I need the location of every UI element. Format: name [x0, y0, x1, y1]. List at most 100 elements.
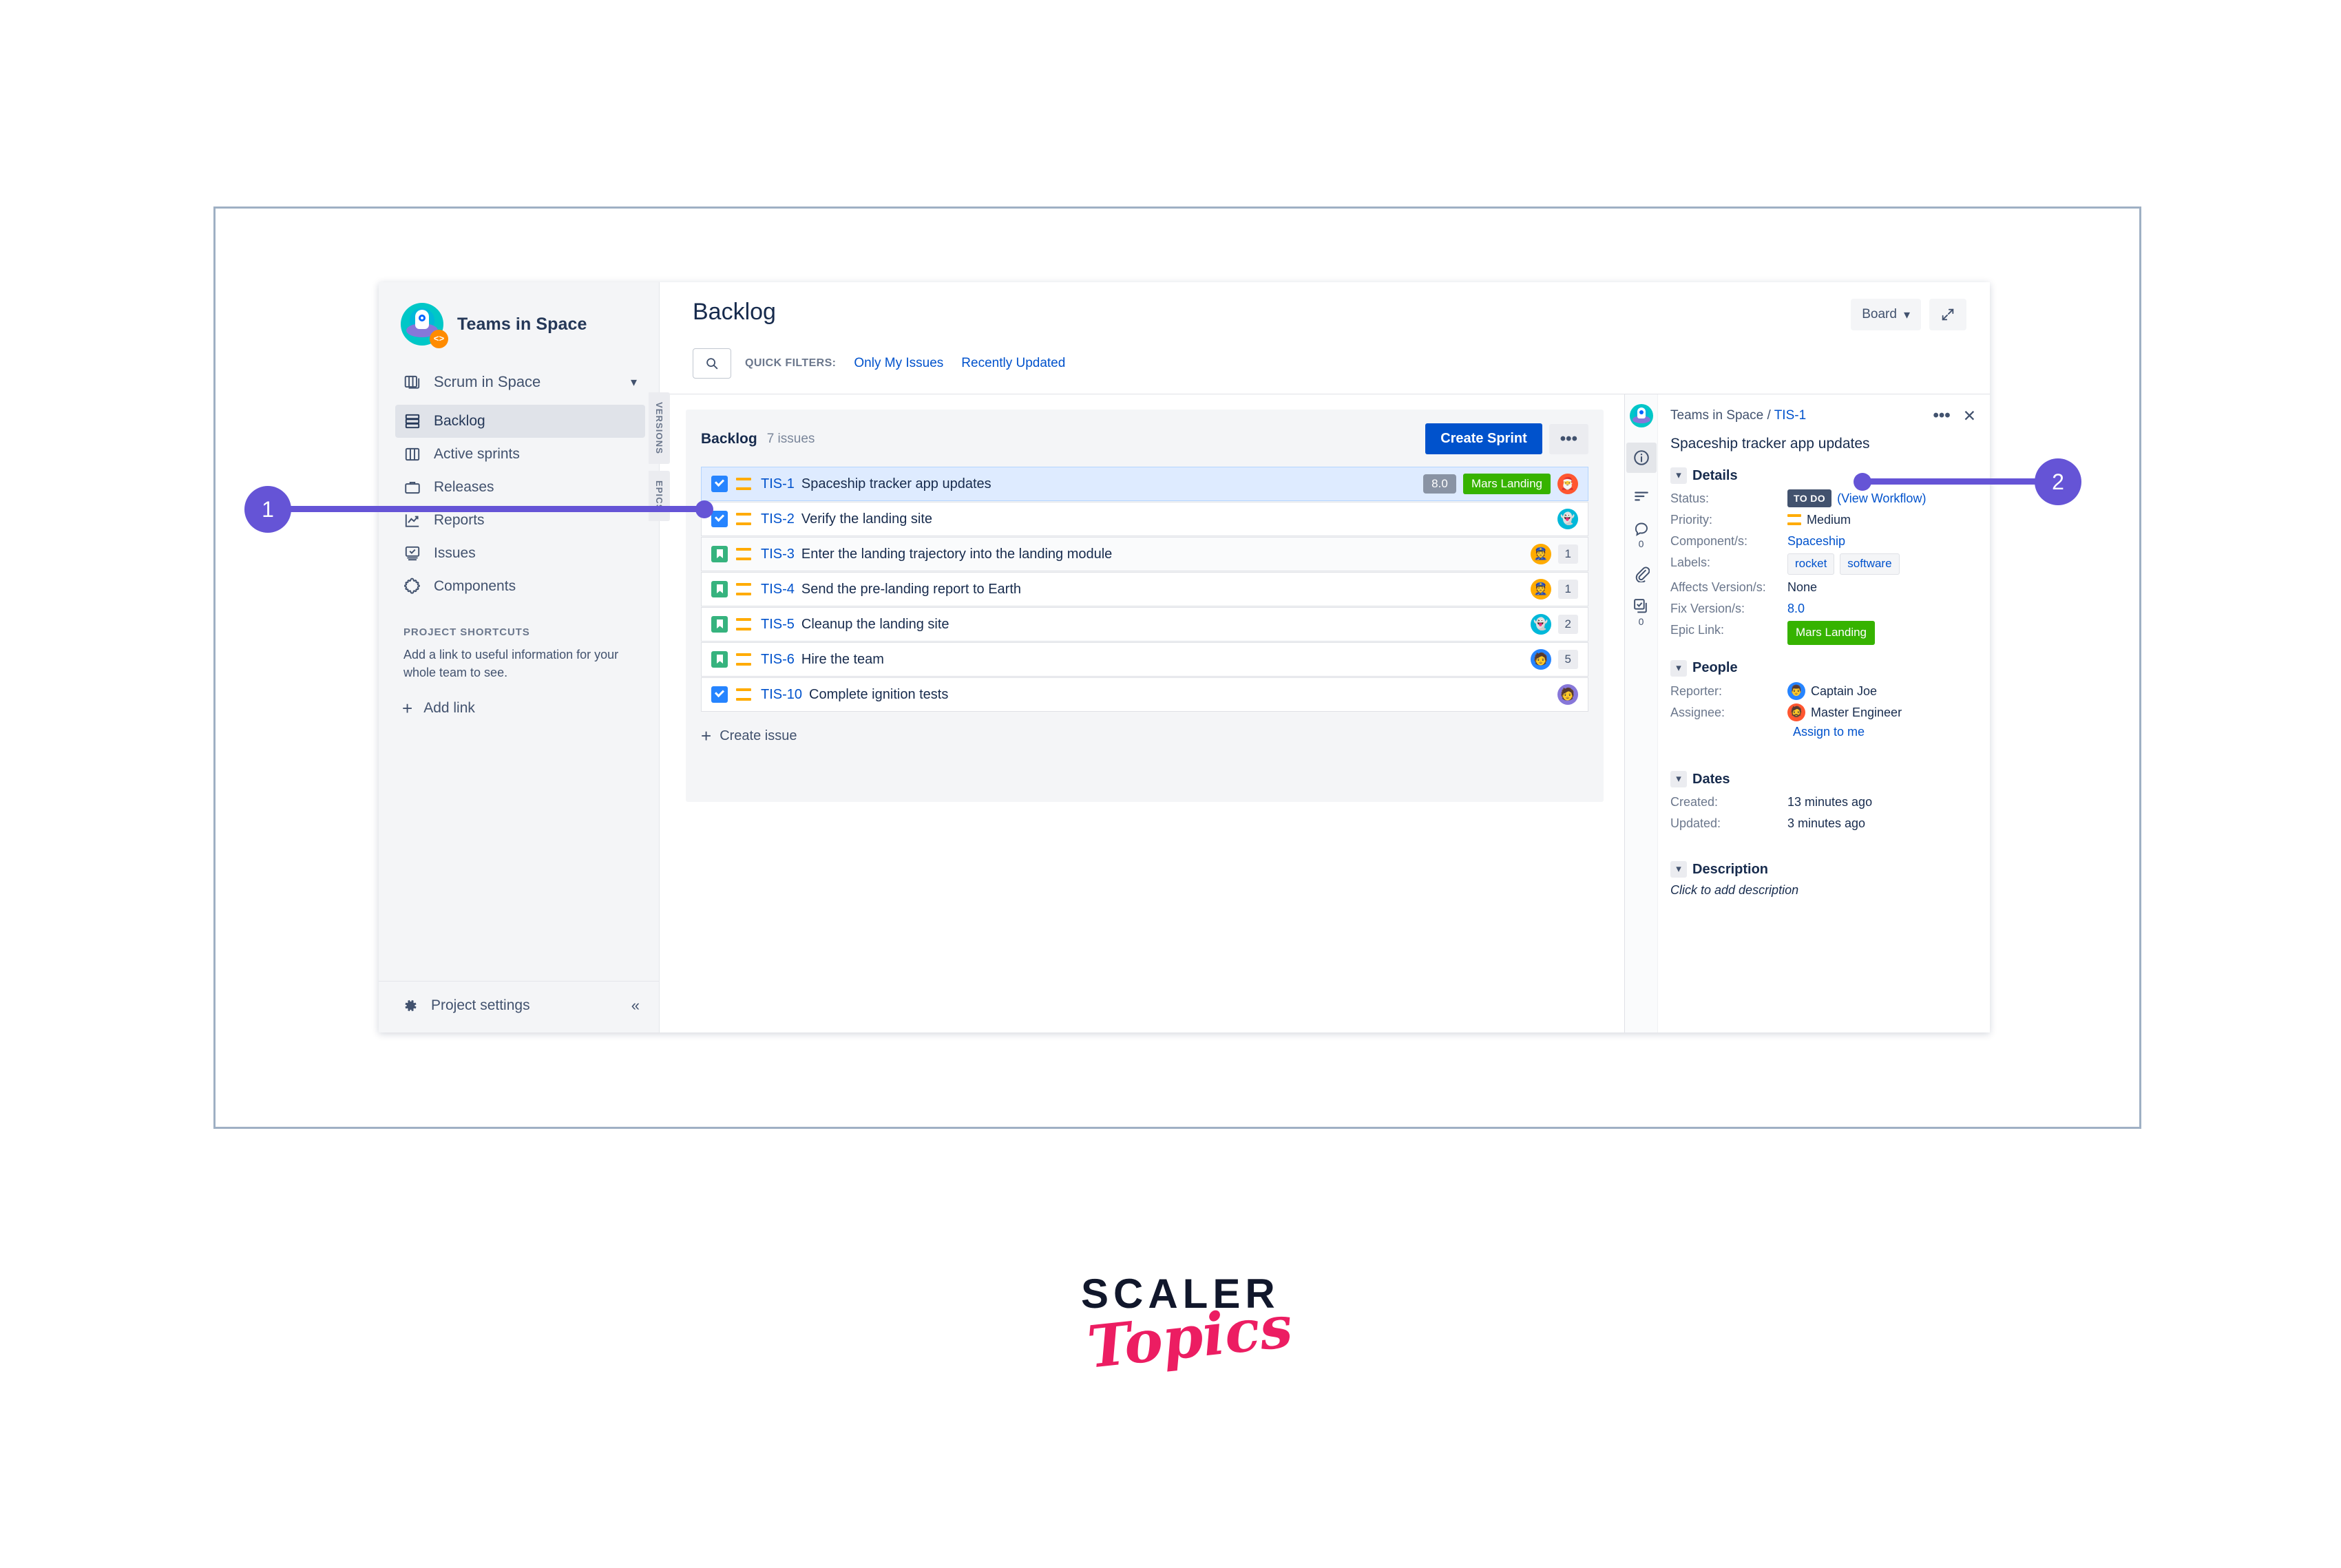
- sidebar-item-label: Backlog: [434, 413, 485, 429]
- search-icon: [706, 358, 718, 370]
- epic-badge[interactable]: Mars Landing: [1787, 621, 1876, 645]
- breadcrumb: Teams in Space / TIS-1: [1670, 408, 1806, 423]
- rail-item-activity[interactable]: [1626, 481, 1657, 511]
- tab-versions[interactable]: VERSIONS: [649, 392, 670, 464]
- project-header: <> Teams in Space: [379, 282, 659, 363]
- sidebar-item-backlog[interactable]: Backlog: [395, 405, 645, 438]
- issue-row[interactable]: TIS-6 Hire the team 🧑 5: [701, 642, 1588, 677]
- issue-type-task-icon: [711, 511, 728, 527]
- quick-filter-recently-updated[interactable]: Recently Updated: [961, 356, 1065, 371]
- avatar[interactable]: 🧑: [1530, 649, 1551, 670]
- issue-key[interactable]: TIS-10: [761, 687, 802, 703]
- project-avatar: <>: [401, 303, 448, 348]
- label-tag[interactable]: software: [1840, 553, 1900, 575]
- sidebar-item-issues[interactable]: Issues: [395, 537, 645, 570]
- collapse-sidebar-icon[interactable]: «: [631, 997, 640, 1015]
- backlog-more-button[interactable]: •••: [1549, 423, 1588, 454]
- jira-app-window: <> Teams in Space Scrum in Space ▾ Backl…: [379, 282, 1990, 1032]
- epic-badge[interactable]: Mars Landing: [1462, 474, 1551, 494]
- issue-row-meta: 🧑 5: [1530, 649, 1578, 670]
- callout-2-dot: [1854, 473, 1871, 491]
- field-affects-versions: Affects Version/s: None: [1670, 578, 1976, 596]
- breadcrumb-issue-key[interactable]: TIS-1: [1774, 408, 1806, 423]
- avatar[interactable]: 👮: [1530, 579, 1551, 600]
- avatar[interactable]: 🎅: [1557, 474, 1578, 494]
- rail-item-subtasks[interactable]: 0: [1626, 597, 1657, 627]
- subtasks-icon: [1634, 598, 1647, 613]
- detail-body: Teams in Space / TIS-1 ••• ✕ Spaceship t…: [1658, 394, 1990, 1032]
- avatar[interactable]: 🧑: [1557, 684, 1578, 705]
- field-label: Updated:: [1670, 816, 1721, 831]
- section-dates-header[interactable]: ▾ Dates: [1670, 771, 1976, 788]
- avatar: 👨: [1787, 682, 1805, 700]
- issue-summary: Verify the landing site: [801, 511, 933, 527]
- board-view-button[interactable]: Board ▾: [1851, 299, 1921, 330]
- issue-summary: Complete ignition tests: [809, 686, 949, 702]
- create-issue-button[interactable]: + Create issue: [701, 727, 1588, 745]
- quick-filter-only-my-issues[interactable]: Only My Issues: [854, 356, 943, 371]
- issue-summary: Hire the team: [801, 651, 884, 667]
- assign-to-me-link[interactable]: Assign to me: [1793, 725, 1976, 739]
- detail-more-icon[interactable]: •••: [1933, 407, 1951, 424]
- gear-icon: [405, 1000, 417, 1011]
- avatar[interactable]: 👻: [1530, 614, 1551, 635]
- rail-item-attachments[interactable]: [1626, 558, 1657, 589]
- board-selector[interactable]: Scrum in Space ▾: [395, 366, 645, 398]
- rail-item-info[interactable]: [1626, 443, 1657, 473]
- issue-key[interactable]: TIS-4: [761, 582, 795, 597]
- avatar[interactable]: 👻: [1557, 509, 1578, 529]
- field-label: Assignee:: [1670, 706, 1725, 720]
- field-reporter: Reporter: 👨 Captain Joe: [1670, 682, 1976, 700]
- board-selector-label: Scrum in Space: [434, 373, 541, 390]
- plus-icon: +: [701, 725, 712, 746]
- close-icon[interactable]: ✕: [1963, 408, 1976, 424]
- tab-epics[interactable]: EPICS: [649, 470, 670, 521]
- sidebar-item-components[interactable]: Components: [395, 570, 645, 603]
- chevron-down-icon: ▾: [1670, 659, 1687, 677]
- affects-version-value: None: [1787, 580, 1818, 595]
- issue-row[interactable]: TIS-3 Enter the landing trajectory into t…: [701, 537, 1588, 571]
- issue-key[interactable]: TIS-5: [761, 617, 795, 633]
- fix-version-value[interactable]: 8.0: [1787, 600, 1805, 617]
- expand-button[interactable]: [1929, 299, 1966, 330]
- issue-row[interactable]: TIS-2 Verify the landing site 👻: [701, 502, 1588, 536]
- expand-icon: [1942, 308, 1954, 321]
- create-sprint-button[interactable]: Create Sprint: [1425, 423, 1542, 454]
- sidebar-item-releases[interactable]: Releases: [395, 471, 645, 504]
- issue-row[interactable]: TIS-1 Spaceship tracker app updates 8.0 Mar…: [701, 467, 1588, 501]
- section-people-header[interactable]: ▾ People: [1670, 659, 1976, 677]
- issue-summary: Send the pre-landing report to Earth: [801, 581, 1021, 597]
- field-priority: Priority: Medium: [1670, 511, 1976, 529]
- detail-breadcrumb-row: Teams in Space / TIS-1 ••• ✕: [1670, 407, 1976, 424]
- code-badge-icon: <>: [430, 330, 448, 348]
- description-placeholder[interactable]: Click to add description: [1670, 883, 1976, 898]
- avatar[interactable]: 👮: [1530, 544, 1551, 564]
- detail-rail: 0 0: [1625, 394, 1658, 1032]
- comment-count: 0: [1638, 538, 1644, 549]
- issue-summary: Enter the landing trajectory into the la…: [801, 546, 1113, 562]
- issue-key[interactable]: TIS-3: [761, 547, 795, 562]
- quick-filters-row: QUICK FILTERS: Only My Issues Recently U…: [693, 348, 1966, 379]
- sidebar-item-active-sprints[interactable]: Active sprints: [395, 438, 645, 471]
- field-fix-versions: Fix Version/s: 8.0: [1670, 600, 1976, 617]
- issue-row[interactable]: TIS-10 Complete ignition tests 🧑: [701, 677, 1588, 712]
- backlog-panel: Backlog 7 issues Create Sprint ••• TIS-1…: [660, 394, 1625, 1032]
- add-link-button[interactable]: + Add link: [402, 699, 640, 717]
- project-settings-row[interactable]: Project settings «: [379, 981, 659, 1032]
- issue-detail-panel: 0 0 Teams in Space / TIS-1 ••• ✕ Spacesh…: [1625, 394, 1990, 1032]
- search-input[interactable]: [693, 348, 731, 379]
- project-name: Teams in Space: [457, 314, 587, 334]
- label-tag[interactable]: rocket: [1787, 553, 1835, 575]
- issue-key[interactable]: TIS-2: [761, 511, 795, 527]
- section-description-header[interactable]: ▾ Description: [1670, 861, 1976, 878]
- rail-item-comments[interactable]: 0: [1626, 520, 1657, 550]
- priority-medium-icon: [736, 478, 751, 490]
- field-updated: Updated: 3 minutes ago: [1670, 814, 1976, 832]
- view-workflow-link[interactable]: (View Workflow): [1837, 489, 1926, 507]
- issue-key[interactable]: TIS-1: [761, 476, 795, 492]
- issue-type-story-icon: [711, 651, 728, 668]
- issue-key[interactable]: TIS-6: [761, 652, 795, 668]
- issue-row[interactable]: TIS-5 Cleanup the landing site 👻 2: [701, 607, 1588, 642]
- issue-row[interactable]: TIS-4 Send the pre-landing report to Eart…: [701, 572, 1588, 606]
- component-value[interactable]: Spaceship: [1787, 532, 1845, 550]
